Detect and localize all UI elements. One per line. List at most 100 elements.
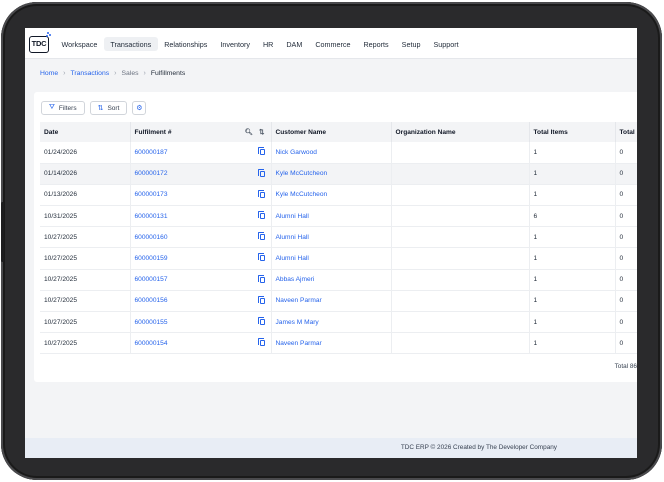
copy-icon[interactable] xyxy=(257,274,265,283)
col-fulfilment-number[interactable]: Fulfilment # 🔍︎ ⇅ xyxy=(130,122,272,142)
cell-customer-name[interactable]: Abbas Ajmeri xyxy=(271,269,392,291)
cell-customer-name[interactable]: Alumni Hall xyxy=(271,205,392,228)
cell-fulfilment-number[interactable]: 600000157 xyxy=(130,269,272,291)
col-customer-name[interactable]: Customer Name xyxy=(271,122,392,142)
fulfilment-link[interactable]: 600000157 xyxy=(135,276,168,283)
sort-button[interactable]: ⇅ Sort xyxy=(89,101,128,115)
copy-icon[interactable] xyxy=(257,147,265,155)
table-row[interactable]: 10/27/2025 600000159 Alumni Hall 1 0 xyxy=(40,247,637,270)
nav-workspace[interactable]: Workspace xyxy=(55,37,104,51)
fulfilment-link[interactable]: 600000159 xyxy=(135,255,168,262)
breadcrumb-transactions[interactable]: Transactions xyxy=(70,70,109,77)
copy-icon[interactable] xyxy=(257,211,265,220)
nav-inventory[interactable]: Inventory xyxy=(214,37,257,51)
cell-total-items: 6 xyxy=(529,205,616,228)
nav-support[interactable]: Support xyxy=(427,37,465,51)
cell-organization-name xyxy=(391,290,530,313)
column-tools: 🔍︎ ⇅ xyxy=(245,128,265,136)
nav-hr[interactable]: HR xyxy=(256,37,279,51)
cell-customer-name[interactable]: James M Mary xyxy=(271,311,392,334)
breadcrumb-separator: › xyxy=(63,70,66,77)
fulfilment-link[interactable]: 600000187 xyxy=(135,149,168,156)
sort-icon[interactable]: ⇅ xyxy=(259,128,264,136)
table-row[interactable]: 01/14/2026 600000172 Kyle McCutcheon 1 0 xyxy=(40,163,637,185)
gear-icon: ⚙ xyxy=(136,105,143,112)
cell-fulfilment-number[interactable]: 600000159 xyxy=(130,247,272,270)
cell-total: 0 xyxy=(615,142,637,164)
cell-customer-name[interactable]: Alumni Hall xyxy=(271,226,392,249)
copy-icon[interactable] xyxy=(257,168,265,177)
cell-total: 0 xyxy=(615,269,637,291)
breadcrumb-current: Fulfillments xyxy=(150,70,186,77)
fulfillments-panel: ⛛ Filters ⇅ Sort ⚙ Date Fulfilment # 🔍︎ … xyxy=(34,92,637,382)
filters-label: Filters xyxy=(58,104,77,112)
copy-icon[interactable] xyxy=(257,253,265,262)
fulfilment-link[interactable]: 600000131 xyxy=(135,213,168,220)
col-fulfilment-label: Fulfilment # xyxy=(134,128,172,136)
cell-organization-name xyxy=(391,332,530,355)
cell-fulfilment-number[interactable]: 600000172 xyxy=(130,163,272,185)
breadcrumb-sales: Sales xyxy=(121,70,139,77)
col-organization-name[interactable]: Organization Name xyxy=(391,122,530,142)
breadcrumb-separator: › xyxy=(114,70,117,77)
col-date[interactable]: Date xyxy=(40,122,131,142)
cell-customer-name[interactable]: Kyle McCutcheon xyxy=(271,163,392,185)
nav-relationships[interactable]: Relationships xyxy=(158,37,214,51)
cell-fulfilment-number[interactable]: 600000156 xyxy=(130,290,272,313)
table-row[interactable]: 10/27/2025 600000157 Abbas Ajmeri 1 0 xyxy=(40,269,637,291)
copy-icon[interactable] xyxy=(257,317,265,325)
table-row[interactable]: 10/27/2025 600000155 James M Mary 1 0 xyxy=(40,311,637,334)
table-row[interactable]: 10/27/2025 600000154 Naveen Parmar 1 0 xyxy=(40,332,637,355)
table-row[interactable]: 10/31/2025 600000131 Alumni Hall 6 0 xyxy=(40,205,637,228)
fulfilment-link[interactable]: 600000155 xyxy=(135,319,168,326)
breadcrumb-home[interactable]: Home xyxy=(40,70,58,77)
cell-total: 0 xyxy=(615,332,637,355)
table-row[interactable]: 10/27/2025 600000156 Naveen Parmar 1 0 xyxy=(40,290,637,313)
col-total[interactable]: Total xyxy=(615,122,637,142)
cell-customer-name[interactable]: Nick Garwood xyxy=(271,142,392,164)
table-row[interactable]: 01/13/2026 600000173 Kyle McCutcheon 1 0 xyxy=(40,184,637,207)
cell-total-items: 1 xyxy=(529,163,616,185)
nav-transactions[interactable]: Transactions xyxy=(103,37,158,51)
fulfilment-link[interactable]: 600000172 xyxy=(135,170,168,177)
nav-commerce[interactable]: Commerce xyxy=(309,37,357,51)
column-settings-button[interactable]: ⚙ xyxy=(132,101,147,115)
copy-icon[interactable] xyxy=(257,232,265,241)
fulfilment-link[interactable]: 600000160 xyxy=(135,234,168,241)
cell-customer-name[interactable]: Naveen Parmar xyxy=(271,290,392,313)
cell-fulfilment-number[interactable]: 600000173 xyxy=(130,184,272,207)
cell-customer-name[interactable]: Kyle McCutcheon xyxy=(271,184,392,207)
cell-date: 10/27/2025 xyxy=(40,226,131,249)
table-row[interactable]: 10/27/2025 600000160 Alumni Hall 1 0 xyxy=(40,226,637,249)
cell-fulfilment-number[interactable]: 600000154 xyxy=(130,332,272,355)
cell-customer-name[interactable]: Naveen Parmar xyxy=(271,332,392,355)
cell-date: 10/31/2025 xyxy=(40,205,131,228)
copy-icon[interactable] xyxy=(257,338,265,347)
cell-customer-name[interactable]: Alumni Hall xyxy=(271,247,392,270)
cell-date: 01/24/2026 xyxy=(40,142,131,164)
filters-button[interactable]: ⛛ Filters xyxy=(41,101,85,115)
fulfilment-link[interactable]: 600000173 xyxy=(135,191,168,198)
search-icon[interactable]: 🔍︎ xyxy=(245,128,253,136)
fulfilment-link[interactable]: 600000156 xyxy=(135,297,168,304)
cell-fulfilment-number[interactable]: 600000187 xyxy=(130,142,272,164)
cell-total: 0 xyxy=(615,205,637,228)
main-menu: Workspace Transactions Relationships Inv… xyxy=(55,37,465,51)
cell-organization-name xyxy=(391,226,530,249)
nav-reports[interactable]: Reports xyxy=(357,37,395,51)
nav-dam[interactable]: DAM xyxy=(280,37,309,51)
nav-setup[interactable]: Setup xyxy=(395,37,427,51)
copy-icon[interactable] xyxy=(257,295,265,304)
cell-fulfilment-number[interactable]: 600000155 xyxy=(130,311,272,334)
col-total-items[interactable]: Total Items xyxy=(529,122,616,142)
table-row[interactable]: 01/24/2026 600000187 Nick Garwood 1 0 xyxy=(40,142,637,164)
fulfilment-link[interactable]: 600000154 xyxy=(135,340,168,347)
tdc-logo[interactable]: TDC xyxy=(29,36,49,53)
table-header-row: Date Fulfilment # 🔍︎ ⇅ Customer Name Org… xyxy=(40,122,637,142)
copy-icon[interactable] xyxy=(257,189,265,198)
cell-fulfilment-number[interactable]: 600000160 xyxy=(130,226,272,249)
fulfillments-table: Date Fulfilment # 🔍︎ ⇅ Customer Name Org… xyxy=(40,122,637,355)
tablet-frame: TDC Workspace Transactions Relationships… xyxy=(1,2,662,480)
cell-total-items: 1 xyxy=(529,247,616,270)
cell-fulfilment-number[interactable]: 600000131 xyxy=(130,205,272,228)
